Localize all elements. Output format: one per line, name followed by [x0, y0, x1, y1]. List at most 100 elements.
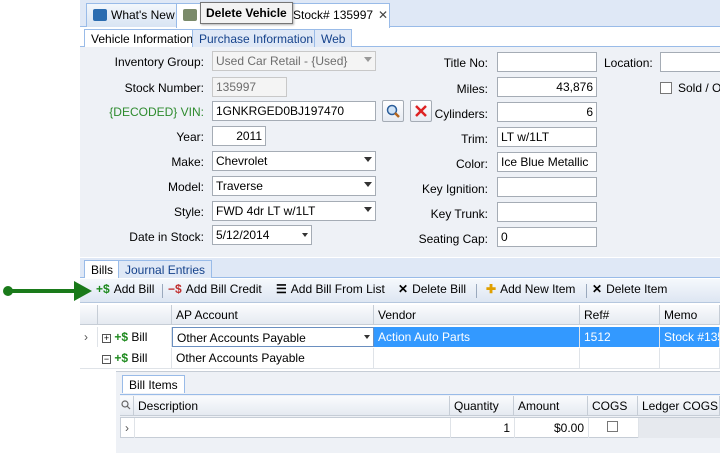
ap-account-cell[interactable]: Other Accounts Payable — [172, 348, 374, 368]
description-header[interactable]: Description — [134, 396, 450, 416]
add-money-icon: +$ — [96, 282, 110, 296]
chevron-down-icon — [302, 233, 308, 237]
close-tab-icon[interactable]: ✕ — [378, 8, 388, 22]
model-select[interactable]: Traverse — [212, 176, 376, 196]
date-in-stock-label: Date in Stock: — [129, 230, 204, 244]
list-item[interactable]: › 1 $0.00 — [120, 417, 720, 438]
year-field[interactable]: 2011 — [212, 126, 266, 146]
tab-vehicle-information[interactable]: Vehicle Information — [84, 29, 201, 47]
key-trunk-field[interactable] — [497, 202, 597, 222]
table-row[interactable]: › + +$ Bill Other Accounts Payable Actio… — [80, 327, 720, 348]
vin-label: {DECODED} VIN: — [109, 105, 204, 119]
divider — [120, 394, 720, 395]
make-label: Make: — [171, 155, 204, 169]
color-field[interactable]: Ice Blue Metallic — [497, 152, 597, 172]
tab-bill-items[interactable]: Bill Items — [122, 375, 185, 393]
location-field[interactable] — [660, 52, 720, 72]
row-indicator-header — [80, 305, 98, 325]
key-ignition-label: Key Ignition: — [421, 182, 488, 196]
date-in-stock-field[interactable]: 5/12/2014 — [212, 225, 312, 245]
annotation-arrow-line — [8, 289, 78, 293]
add-new-item-button[interactable]: ✚ Add New Item — [486, 282, 575, 300]
plus-icon: ✚ — [486, 282, 497, 296]
ref-cell[interactable]: 1512 — [580, 327, 660, 347]
seating-cap-field[interactable]: 0 — [497, 227, 597, 247]
expand-icon[interactable]: + — [102, 334, 111, 343]
color-label: Color: — [455, 157, 488, 171]
search-icon — [121, 400, 131, 410]
inventory-group-label: Inventory Group: — [114, 55, 204, 69]
filter-icon[interactable] — [120, 396, 134, 416]
title-no-field[interactable] — [497, 52, 597, 72]
inventory-group-select[interactable]: Used Car Retail - {Used} — [212, 51, 376, 71]
cogs-header[interactable]: COGS — [588, 396, 638, 416]
memo-cell[interactable] — [660, 348, 720, 368]
vendor-header[interactable]: Vendor — [374, 305, 580, 325]
row-type-cell: + +$ Bill — [98, 327, 172, 347]
delete-bill-button[interactable]: ✕ Delete Bill — [398, 282, 466, 300]
year-label: Year: — [176, 130, 204, 144]
description-cell[interactable] — [135, 418, 451, 438]
memo-header[interactable]: Memo — [660, 305, 720, 325]
tab-whats-new[interactable]: What's New — [86, 3, 182, 27]
row-type-cell: − +$ Bill — [98, 348, 172, 368]
row-arrow-icon: › — [80, 327, 98, 347]
table-row[interactable]: − +$ Bill Other Accounts Payable — [80, 348, 720, 369]
minus-money-icon: −$ — [168, 282, 182, 296]
type-header — [98, 305, 172, 325]
bills-tab-strip: Bills Journal Entries — [80, 258, 720, 278]
row-arrow-icon: › — [121, 418, 135, 438]
vendor-cell[interactable] — [374, 348, 580, 368]
bill-items-panel: Bill Items Description Quantity Amount C… — [116, 371, 720, 453]
tab-bills[interactable]: Bills — [84, 260, 121, 278]
stock-number-field[interactable]: 135997 — [212, 77, 287, 97]
tab-purchase-information[interactable]: Purchase Information — [192, 29, 321, 47]
style-label: Style: — [173, 205, 204, 219]
vendor-cell[interactable]: Action Auto Parts — [374, 327, 580, 347]
ledger-cogs-cell[interactable] — [639, 418, 720, 438]
list-icon: ☰ — [276, 282, 287, 296]
tab-web[interactable]: Web — [314, 29, 353, 47]
cogs-cell[interactable] — [589, 418, 639, 438]
delete-vehicle-tooltip: Delete Vehicle — [200, 2, 293, 24]
delete-item-button[interactable]: ✕ Delete Item — [592, 282, 667, 300]
ap-account-header[interactable]: AP Account — [172, 305, 374, 325]
delete-x-icon: ✕ — [592, 282, 603, 296]
annotation-arrow-head — [74, 281, 92, 301]
cylinders-label: Cylinders: — [434, 107, 488, 121]
bill-money-icon: +$ — [114, 351, 129, 365]
document-tab-strip: What's New Stock# 135997 — [80, 0, 720, 28]
bills-grid: AP Account Vendor Ref# Memo › + +$ Bill … — [80, 305, 720, 453]
bill-money-icon: +$ — [114, 330, 129, 344]
memo-cell[interactable]: Stock #1359 — [660, 327, 720, 347]
key-ignition-field[interactable] — [497, 177, 597, 197]
bills-toolbar: +$ Add Bill −$ Add Bill Credit ☰ Add Bill F… — [80, 279, 720, 303]
vin-field[interactable]: 1GNKRGED0BJ197470 — [212, 101, 376, 121]
make-select[interactable]: Chevrolet — [212, 151, 376, 171]
ref-cell[interactable] — [580, 348, 660, 368]
cylinders-field[interactable]: 6 — [497, 102, 597, 122]
sold-checkbox[interactable] — [660, 82, 672, 94]
vehicle-subtabs: Vehicle Information Purchase Information… — [80, 28, 720, 47]
add-bill-credit-button[interactable]: −$ Add Bill Credit — [168, 282, 262, 300]
toolbar-divider — [586, 284, 587, 298]
amount-header[interactable]: Amount — [514, 396, 588, 416]
miles-label: Miles: — [456, 82, 488, 96]
news-icon — [93, 9, 107, 21]
collapse-icon[interactable]: − — [102, 355, 111, 364]
quantity-header[interactable]: Quantity — [450, 396, 514, 416]
tab-journal-entries[interactable]: Journal Entries — [118, 260, 213, 278]
ledger-cogs-header[interactable]: Ledger COGS Ac — [638, 396, 720, 416]
cogs-checkbox[interactable] — [607, 421, 618, 432]
style-select[interactable]: FWD 4dr LT w/1LT — [212, 201, 376, 221]
add-bill-button[interactable]: +$ Add Bill — [96, 282, 154, 300]
chevron-down-icon — [364, 335, 370, 339]
miles-field[interactable]: 43,876 — [497, 77, 597, 97]
ap-account-cell[interactable]: Other Accounts Payable — [172, 327, 374, 347]
quantity-cell[interactable]: 1 — [451, 418, 515, 438]
trim-field[interactable]: LT w/1LT — [497, 127, 597, 147]
amount-cell[interactable]: $0.00 — [515, 418, 589, 438]
ref-header[interactable]: Ref# — [580, 305, 660, 325]
stock-number-label: Stock Number: — [124, 81, 204, 95]
add-bill-from-list-button[interactable]: ☰ Add Bill From List — [276, 282, 385, 300]
